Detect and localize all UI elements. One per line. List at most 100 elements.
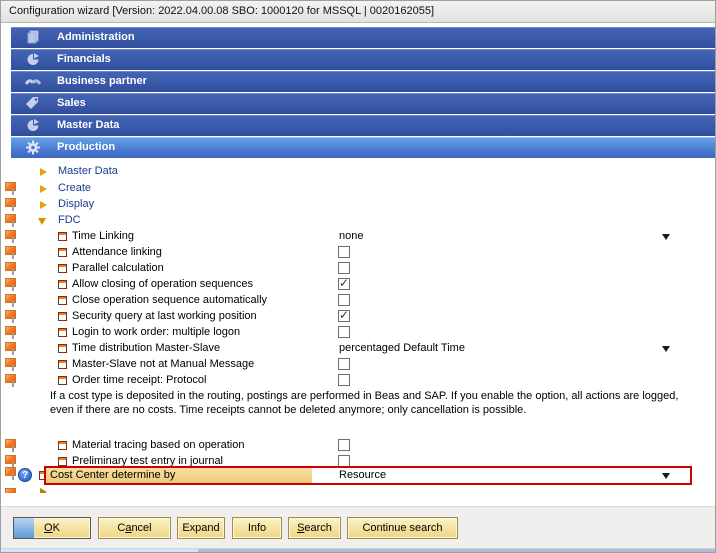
continue-search-button[interactable]: Continue search [347,517,458,539]
setting-label: Close operation sequence automatically [72,294,267,306]
bottom-window-edge [1,548,715,553]
accordion-item-financials[interactable]: Financials [11,49,715,70]
tag-icon [25,96,41,111]
setting-row-time-distribution: Time distribution Master-Slave percentag… [2,341,714,357]
help-icon[interactable]: ? [18,468,32,482]
triangle-expanded-icon[interactable] [38,218,46,225]
setting-icon [58,248,67,257]
checkbox[interactable] [338,439,350,451]
checkbox[interactable] [338,374,350,386]
info-button[interactable]: Info [232,517,282,539]
dropdown-value[interactable]: percentaged Default Time [339,342,465,354]
flag-icon [5,310,17,324]
chevron-down-icon[interactable] [662,346,670,352]
chevron-down-icon[interactable] [662,473,670,479]
checkbox-checked[interactable]: ✓ [338,310,350,322]
flag-icon [5,374,17,388]
accordion-label: Production [57,137,115,158]
accordion-item-business-partner[interactable]: Business partner [11,71,715,92]
category-label[interactable]: Display [58,198,94,210]
setting-icon [58,280,67,289]
setting-row-parallel-calculation: Parallel calculation [2,261,714,277]
setting-icon [58,296,67,305]
dropdown-value[interactable]: Resource [339,469,386,481]
checkbox[interactable] [338,326,350,338]
setting-label: Parallel calculation [72,262,164,274]
flag-icon [5,326,17,340]
flag-icon [5,488,17,493]
flag-icon [5,342,17,356]
cancel-button[interactable]: Cancel [98,517,171,539]
triangle-collapsed-icon[interactable] [40,185,47,193]
accordion-item-administration[interactable]: Administration [11,27,715,48]
accordion-label: Financials [57,49,111,70]
setting-row-order-time-protocol: Order time receipt: Protocol [2,373,714,389]
triangle-collapsed-icon[interactable] [40,168,47,176]
chevron-down-icon[interactable] [662,234,670,240]
flag-icon [5,294,17,308]
category-label[interactable]: Create [58,182,91,194]
flag-icon [5,182,17,196]
flag-icon [5,198,17,212]
setting-icon [58,264,67,273]
info-text: If a cost type is deposited in the routi… [50,389,695,417]
triangle-collapsed-icon[interactable] [40,201,47,209]
flag-icon [5,278,17,292]
accordion-label: Administration [57,27,135,48]
checkbox[interactable] [338,246,350,258]
flag-icon [5,230,17,244]
dropdown-value[interactable]: none [339,230,363,242]
setting-icon [58,376,67,385]
search-button[interactable]: Search [288,517,341,539]
setting-icon [58,441,67,450]
accordion-item-master-data[interactable]: Master Data [11,115,715,136]
setting-row-time-linking: Time Linking none [2,229,714,245]
flag-icon [5,358,17,372]
pie-arrow-icon [25,52,41,67]
setting-label: Security query at last working position [72,310,257,322]
ok-button[interactable]: OK [13,517,91,539]
setting-label: Time Linking [72,230,134,242]
setting-label: Time distribution Master-Slave [72,342,220,354]
setting-label: Master-Slave not at Manual Message [72,358,254,370]
setting-row-close-sequence-auto: Close operation sequence automatically [2,293,714,309]
setting-label: Order time receipt: Protocol [72,374,207,386]
setting-icon [58,328,67,337]
tree-category-fdc[interactable]: FDC [2,213,714,229]
checkbox-checked[interactable]: ✓ [338,278,350,290]
checkbox[interactable] [338,358,350,370]
tree-category-create[interactable]: Create [2,181,714,197]
checkbox[interactable] [338,262,350,274]
setting-label: Material tracing based on operation [72,439,244,451]
setting-row-material-tracing: Material tracing based on operation [2,438,714,454]
setting-label: Login to work order: multiple logon [72,326,240,338]
setting-row-attendance-linking: Attendance linking [2,245,714,261]
tree-category-display[interactable]: Display [2,197,714,213]
window-title: Configuration wizard [Version: 2022.04.0… [1,1,715,23]
setting-label: Allow closing of operation sequences [72,278,253,290]
flag-icon [5,439,17,453]
setting-label: Cost Center determine by [50,469,175,481]
gear-icon [25,140,41,155]
category-label[interactable]: Master Data [58,165,118,177]
button-bar: OK Cancel Expand Info Search Continue se… [1,506,715,548]
module-accordion: Administration Financials Business partn… [11,27,715,159]
pie-arrow-icon [25,118,41,133]
setting-icon [58,344,67,353]
setting-row-multiple-logon: Login to work order: multiple logon [2,325,714,341]
configuration-wizard-window: Configuration wizard [Version: 2022.04.0… [0,0,716,553]
flag-icon [5,214,17,228]
checkbox[interactable] [338,294,350,306]
tree-category-master-data[interactable]: Master Data [2,164,714,180]
setting-row-master-slave-manual: Master-Slave not at Manual Message [2,357,714,373]
clipped-next-row [2,487,714,493]
triangle-collapsed-icon [40,488,47,493]
expand-button[interactable]: Expand [177,517,225,539]
accordion-label: Business partner [57,71,147,92]
flag-icon [5,467,17,481]
accordion-item-production[interactable]: Production [11,137,715,158]
accordion-label: Master Data [57,115,119,136]
category-label[interactable]: FDC [58,214,81,226]
setting-label: Attendance linking [72,246,162,258]
accordion-item-sales[interactable]: Sales [11,93,715,114]
